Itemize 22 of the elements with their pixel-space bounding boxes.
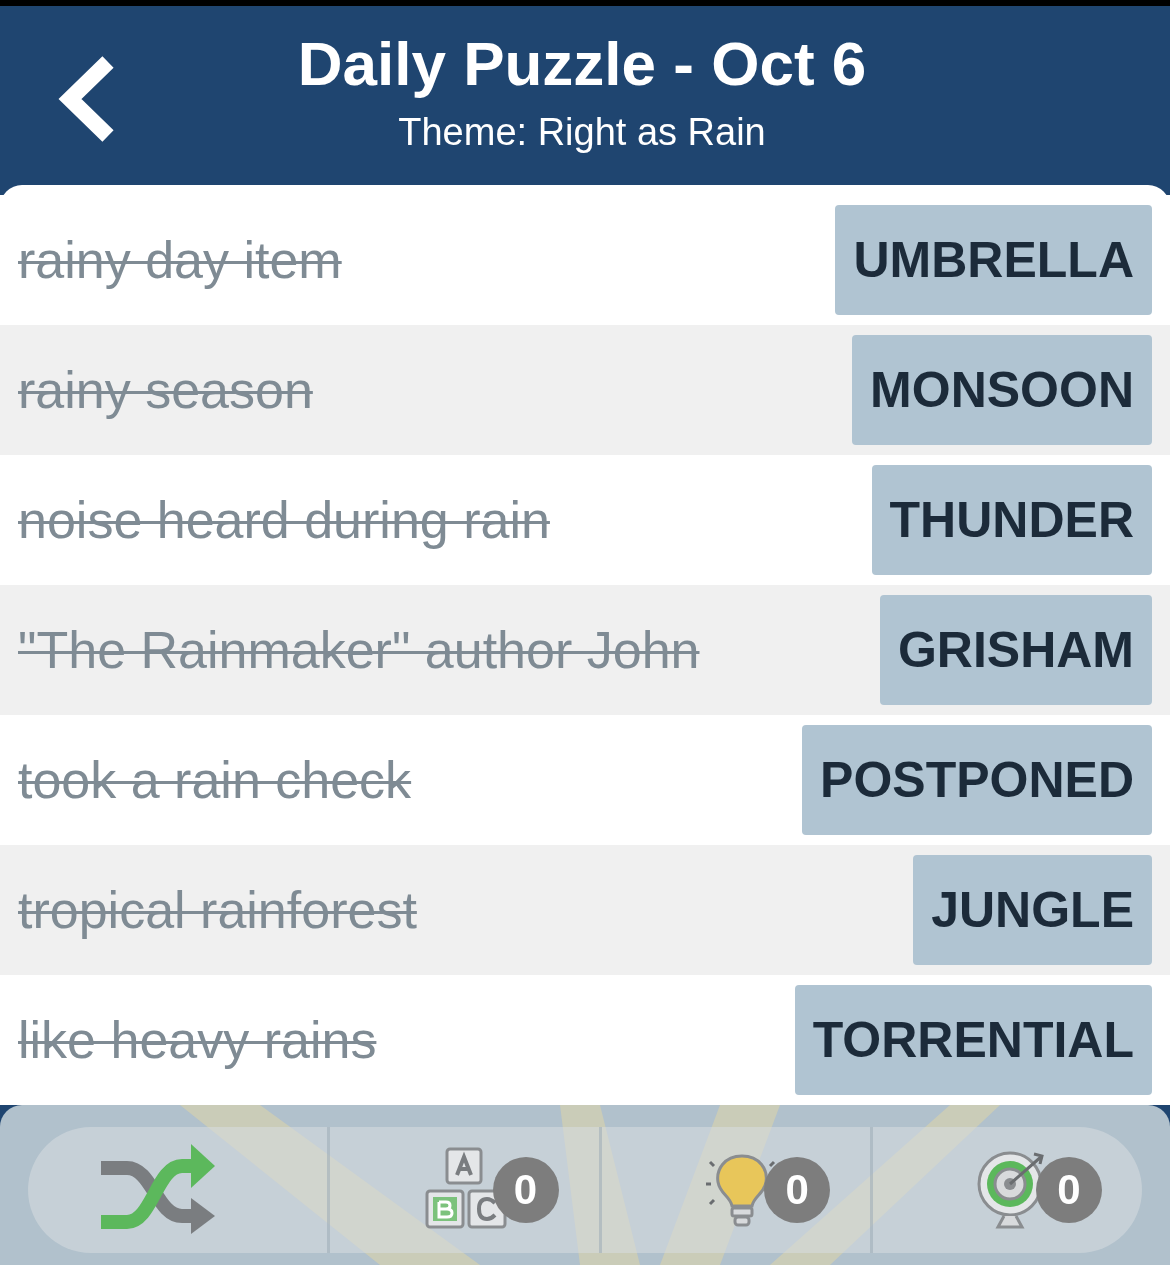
toolbar-button[interactable]: 0 — [870, 1127, 1142, 1253]
answer-tile: TORRENTIAL — [794, 985, 1152, 1095]
answer-tile: GRISHAM — [879, 595, 1152, 705]
answer-tile: UMBRELLA — [835, 205, 1152, 315]
clue-text: tropical rainforest — [18, 880, 417, 940]
clue-text: rainy day item — [18, 230, 342, 290]
clue-text: took a rain check — [18, 750, 412, 810]
clue-text: "The Rainmaker" author John — [18, 620, 700, 680]
count-badge: 0 — [492, 1157, 559, 1223]
toolbar-button[interactable]: 0 — [326, 1127, 599, 1253]
answer-tile: POSTPONED — [802, 725, 1152, 835]
theme-subtitle: Theme: Right as Rain — [398, 109, 766, 155]
puzzle-title: Daily Puzzle - Oct 6 — [297, 27, 867, 100]
toolbar-button[interactable]: 0 — [598, 1127, 871, 1253]
clue-text: noise heard during rain — [18, 490, 550, 550]
answer-tile: THUNDER — [871, 465, 1152, 575]
clue-text: rainy season — [18, 360, 313, 420]
clue-text: like heavy rains — [18, 1010, 377, 1070]
count-badge: 0 — [764, 1157, 831, 1223]
answer-tile: JUNGLE — [913, 855, 1152, 965]
answer-tile: MONSOON — [852, 335, 1152, 445]
count-badge: 0 — [1036, 1157, 1102, 1223]
